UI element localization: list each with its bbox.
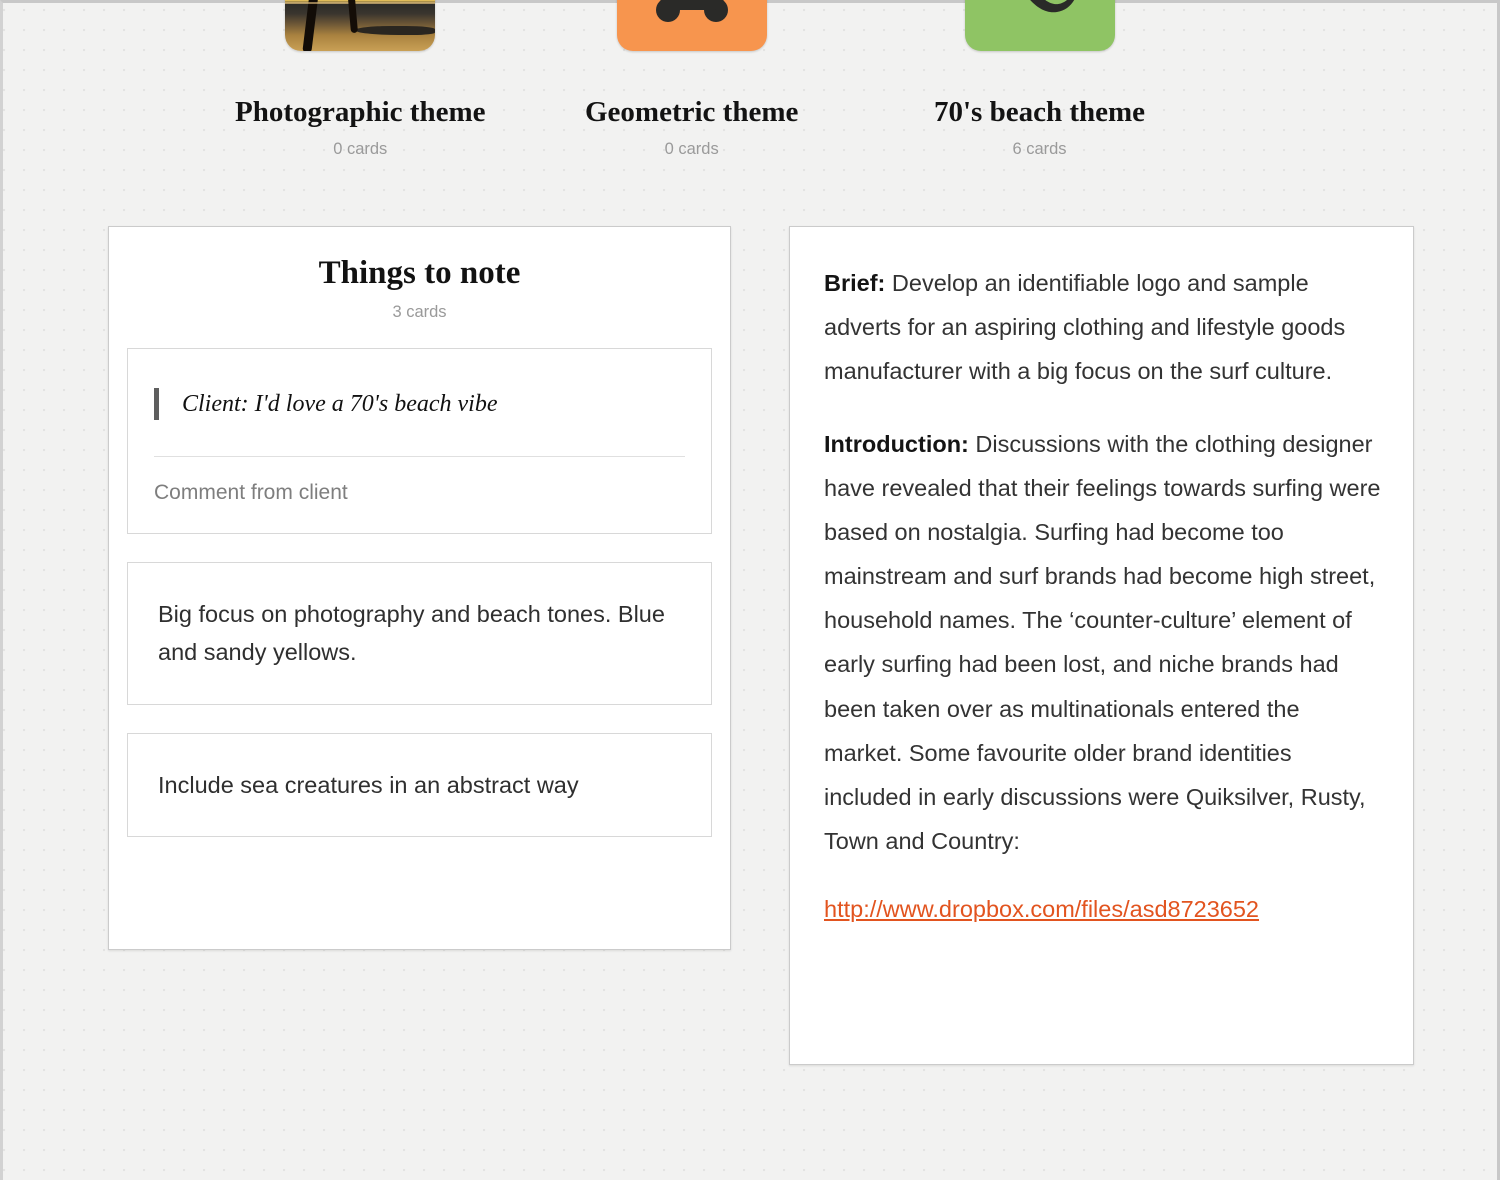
notes-list: Client: I'd love a 70's beach vibe Comme… [127,348,712,837]
theme-name-beach: 70's beach theme [934,96,1146,128]
note-body: Include sea creatures in an abstract way [158,771,579,798]
quote-text: Client: I'd love a 70's beach vibe [182,391,498,417]
horizon-line [285,2,436,4]
brief-content: Brief: Develop an identifiable logo and … [790,227,1413,929]
introduction-label: Introduction: [824,430,969,457]
introduction-paragraph: Introduction: Discussions with the cloth… [824,422,1381,864]
sun-glow [377,0,422,1]
theme-count-geometric: 0 cards [664,140,719,158]
note-divider [154,456,685,458]
theme-name-photographic: Photographic theme [235,96,486,128]
theme-card-beach[interactable]: 70's beach theme 6 cards [934,0,1145,159]
quote-bar [154,388,159,421]
beach-sunset-photo-thumbnail[interactable] [285,0,436,51]
brief-panel[interactable]: Brief: Develop an identifiable logo and … [789,226,1414,1065]
brief-paragraph: Brief: Develop an identifiable logo and … [824,261,1381,394]
theme-card-photographic[interactable]: Photographic theme 0 cards [235,0,486,159]
shore-line [355,26,436,35]
dropbox-link[interactable]: http://www.dropbox.com/files/asd8723652 [824,891,1259,929]
theme-count-beach: 6 cards [1012,140,1067,158]
bone-shape-icon[interactable] [616,0,767,51]
blockquote: Client: I'd love a 70's beach vibe [154,373,685,438]
brief-label: Brief: [824,270,886,296]
wave-swoosh-icon[interactable] [964,0,1115,51]
theme-card-geometric[interactable]: Geometric theme 0 cards [585,0,798,159]
notes-panel-title: Things to note [318,255,521,291]
theme-name-geometric: Geometric theme [585,96,799,128]
note-meta: Comment from client [154,481,348,505]
brief-text: Develop an identifiable logo and sample … [824,270,1346,385]
note-card-text-1[interactable]: Big focus on photography and beach tones… [127,562,712,705]
notes-panel[interactable]: Things to note 3 cards Client: I'd love … [108,226,731,950]
introduction-text: Discussions with the clothing designer h… [824,430,1381,855]
theme-count-photographic: 0 cards [333,140,388,158]
theme-strip: Photographic theme 0 cards Geometric the… [3,0,1500,163]
notes-panel-count: 3 cards [392,303,447,321]
note-card-text-2[interactable]: Include sea creatures in an abstract way [127,732,712,837]
note-card-quote[interactable]: Client: I'd love a 70's beach vibe Comme… [127,348,712,535]
note-body: Big focus on photography and beach tones… [158,601,665,666]
